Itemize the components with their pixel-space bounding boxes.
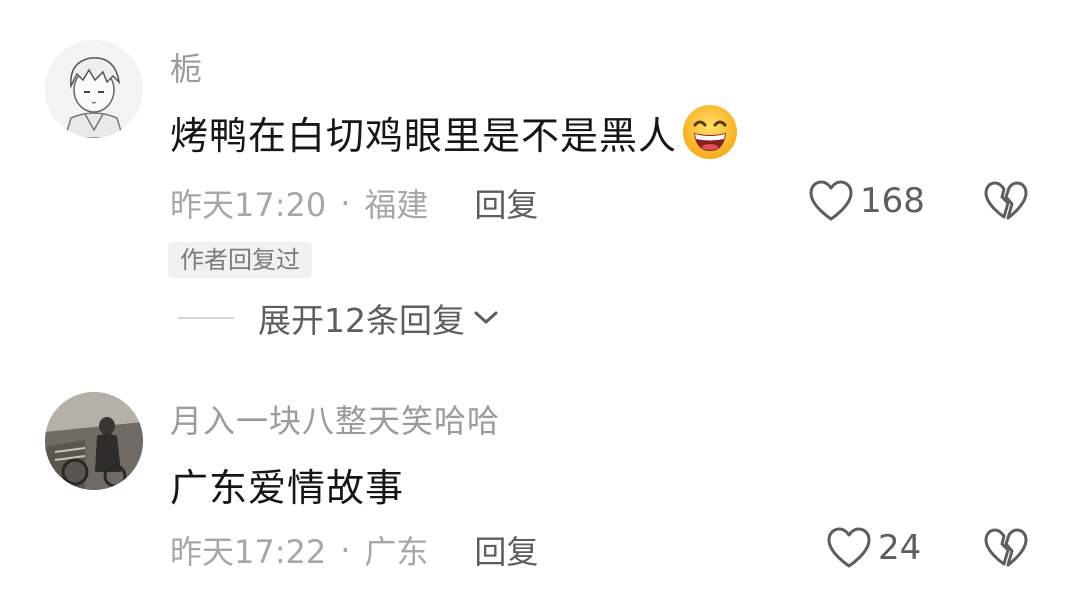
comment-meta: 昨天17:22 · 广东 回复 xyxy=(170,527,538,573)
expand-replies-label: 展开12条回复 xyxy=(258,301,465,340)
photo-avatar-icon xyxy=(45,392,143,490)
like-button[interactable]: 168 xyxy=(808,180,925,222)
comment-location: 广东 xyxy=(364,533,429,571)
expand-replies-button[interactable]: 展开12条回复 xyxy=(178,294,499,342)
comment-text: 广东爱情故事 xyxy=(170,457,404,512)
chevron-down-icon xyxy=(474,311,498,324)
broken-heart-icon xyxy=(984,181,1028,220)
comment-time: 昨天17:22 xyxy=(170,533,327,571)
avatar[interactable] xyxy=(45,392,143,490)
expand-divider xyxy=(178,317,234,319)
username[interactable]: 栀 xyxy=(170,44,203,90)
dislike-button[interactable] xyxy=(984,181,1028,225)
like-count: 168 xyxy=(860,181,925,221)
comment-text-body: 烤鸭在白切鸡眼里是不是黑人 xyxy=(170,113,678,158)
comment-meta: 昨天17:20 · 福建 回复 xyxy=(170,180,538,226)
like-button[interactable]: 24 xyxy=(826,527,921,569)
meta-separator: · xyxy=(340,184,351,222)
reply-button[interactable]: 回复 xyxy=(474,527,538,573)
avatar[interactable] xyxy=(45,40,143,138)
comment-time: 昨天17:20 xyxy=(170,186,327,224)
comment-text: 烤鸭在白切鸡眼里是不是黑人 xyxy=(170,103,739,161)
comment-text-body: 广东爱情故事 xyxy=(170,466,405,510)
heart-outline-icon xyxy=(809,180,853,221)
username[interactable]: 月入一块八整天笑哈哈 xyxy=(170,396,500,442)
dislike-button[interactable] xyxy=(984,528,1028,572)
like-count: 24 xyxy=(878,528,922,568)
heart-outline-icon xyxy=(827,527,871,568)
reply-button[interactable]: 回复 xyxy=(474,180,538,226)
grinning-face-emoji-icon xyxy=(683,105,738,159)
comment-location: 福建 xyxy=(364,186,429,224)
broken-heart-icon xyxy=(984,528,1028,567)
meta-separator: · xyxy=(340,531,351,569)
cartoon-boy-avatar-icon xyxy=(45,40,143,138)
author-replied-badge: 作者回复过 xyxy=(168,242,312,278)
